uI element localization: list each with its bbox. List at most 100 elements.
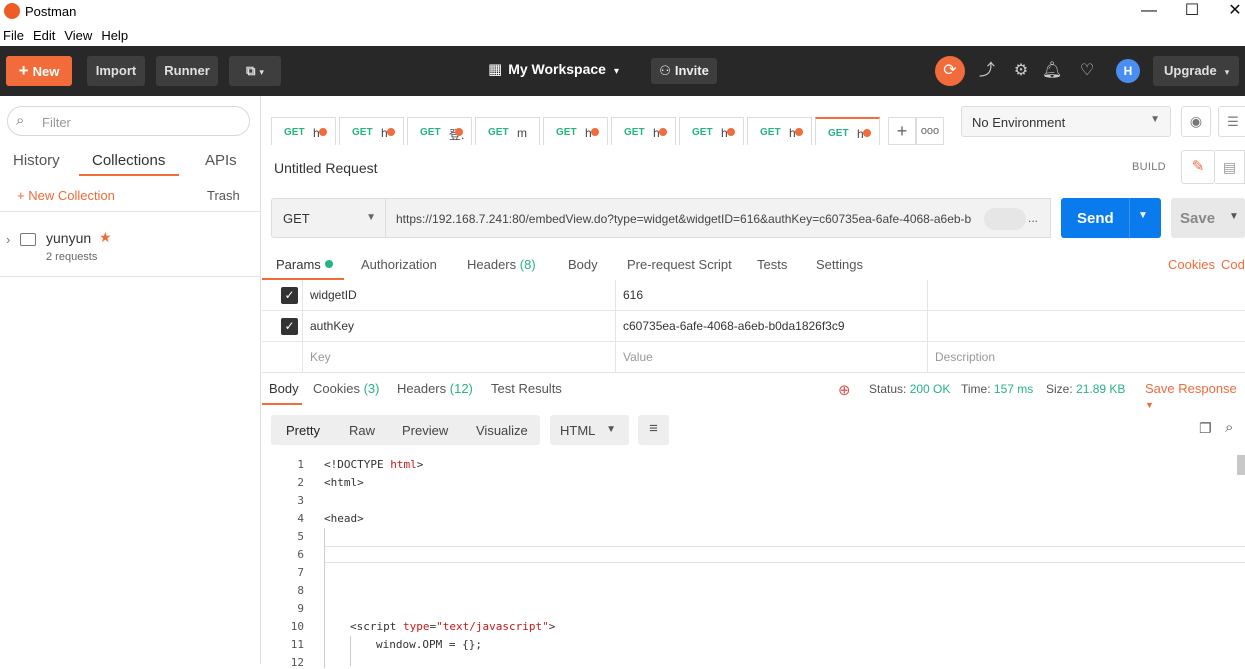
new-button[interactable]: + New: [6, 56, 72, 86]
search-icon[interactable]: ⌕: [1225, 419, 1233, 436]
menu-view[interactable]: View: [64, 26, 92, 46]
environment-quick-look-eye-icon[interactable]: ◉: [1181, 106, 1211, 137]
value-cell[interactable]: c60735ea-6afe-4068-a6eb-b0da1826f3c9: [615, 311, 927, 342]
chevron-down-icon[interactable]: ▼: [1229, 211, 1239, 222]
checkbox-checked[interactable]: ✓: [281, 318, 298, 335]
minimize-button[interactable]: —: [1126, 0, 1172, 24]
trash-button[interactable]: Trash: [207, 188, 240, 203]
menu-file[interactable]: File: [3, 26, 24, 46]
tab-authorization[interactable]: Authorization: [361, 257, 437, 272]
tab-params[interactable]: Params: [276, 257, 333, 272]
url-overflow: ...: [1028, 211, 1039, 225]
send-button[interactable]: Send ▼: [1061, 198, 1161, 238]
method-select[interactable]: GET ▼: [271, 198, 386, 238]
save-response-button[interactable]: Save Response ▼: [1145, 381, 1245, 411]
tab-history[interactable]: History: [13, 152, 60, 169]
collection-item[interactable]: › yunyun ★ 2 requests: [0, 220, 261, 276]
response-tab-body[interactable]: Body: [269, 381, 299, 396]
chevron-right-icon[interactable]: ›: [6, 232, 10, 247]
line-number: 2: [297, 476, 304, 489]
size-readout[interactable]: Size: 21.89 KB: [1046, 382, 1125, 396]
response-tab-test-results[interactable]: Test Results: [491, 381, 562, 396]
close-button[interactable]: ✕: [1212, 0, 1245, 24]
request-tab[interactable]: GET h: [543, 117, 608, 145]
view-visualize-button[interactable]: Visualize: [476, 423, 528, 438]
heart-icon[interactable]: ♡: [1074, 58, 1100, 84]
environment-select[interactable]: No Environment ▼: [961, 106, 1171, 137]
pencil-edit-icon[interactable]: ✎: [1181, 150, 1215, 184]
request-tab[interactable]: GET h: [679, 117, 744, 145]
star-icon[interactable]: ★: [99, 229, 112, 246]
description-cell[interactable]: [927, 311, 1245, 342]
time-readout[interactable]: Time: 157 ms: [961, 382, 1033, 396]
response-tab-headers[interactable]: Headers (12): [397, 381, 473, 396]
interceptor-icon[interactable]: ⤴: [974, 58, 1000, 84]
settings-icon[interactable]: ⚙: [1008, 58, 1034, 84]
chevron-down-icon[interactable]: ▼: [1138, 210, 1148, 221]
workspace-switcher[interactable]: ▦ My Workspace ▾: [488, 60, 619, 78]
globe-icon[interactable]: ⊕: [838, 381, 851, 399]
key-cell[interactable]: authKey: [302, 311, 615, 342]
tab-method: GET: [556, 127, 577, 138]
request-tab[interactable]: GET h: [611, 117, 676, 145]
status-readout[interactable]: Status: 200 OK: [869, 382, 950, 396]
user-avatar[interactable]: H: [1116, 59, 1140, 83]
request-title[interactable]: Untitled Request: [274, 160, 378, 176]
wrap-lines-icon[interactable]: ≡: [638, 415, 669, 445]
tab-collections[interactable]: Collections: [92, 152, 165, 169]
save-response-label: Save Response: [1145, 381, 1237, 396]
filter-input[interactable]: ⌕ Filter: [7, 106, 250, 136]
invite-button[interactable]: ⚇ Invite: [651, 58, 717, 84]
divider: [0, 211, 261, 212]
unsaved-dot-icon: [591, 128, 599, 136]
comment-icon[interactable]: ▤: [1215, 150, 1245, 184]
new-collection-button[interactable]: + New Collection: [17, 188, 115, 203]
vertical-scrollbar[interactable]: [1237, 455, 1245, 475]
copy-icon[interactable]: ❐: [1199, 420, 1212, 437]
manage-environments-icon[interactable]: ☰: [1218, 106, 1245, 137]
description-cell[interactable]: [927, 280, 1245, 311]
menu-help[interactable]: Help: [101, 26, 128, 46]
key-cell[interactable]: Key: [302, 342, 615, 373]
new-tab-button[interactable]: +: [888, 117, 916, 145]
tab-tests[interactable]: Tests: [757, 257, 787, 272]
tab-apis[interactable]: APIs: [205, 152, 237, 169]
menu-edit[interactable]: Edit: [33, 26, 55, 46]
response-tab-cookies[interactable]: Cookies (3): [313, 381, 379, 396]
request-tab[interactable]: GET h: [747, 117, 812, 145]
tab-headers[interactable]: Headers (8): [467, 257, 536, 272]
tab-pre-request-script[interactable]: Pre-request Script: [627, 257, 732, 272]
response-code-editor[interactable]: 1 <!DOCTYPE html> 2 <html> 3 4 <head> 5 …: [262, 455, 1245, 669]
value-cell[interactable]: Value: [615, 342, 927, 373]
request-tab[interactable]: GET h: [271, 117, 336, 145]
view-preview-button[interactable]: Preview: [402, 423, 448, 438]
format-select[interactable]: HTML ▼: [550, 415, 629, 445]
tab-settings[interactable]: Settings: [816, 257, 863, 272]
line-number: 9: [297, 602, 304, 615]
tab-body[interactable]: Body: [568, 257, 598, 272]
view-pretty-button[interactable]: Pretty: [286, 423, 320, 438]
notifications-bell-icon[interactable]: 🔔︎: [1039, 58, 1065, 84]
request-tab-active[interactable]: GET h: [815, 117, 880, 145]
checkbox-checked[interactable]: ✓: [281, 287, 298, 304]
key-cell[interactable]: widgetID: [302, 280, 615, 311]
value-cell[interactable]: 616: [615, 280, 927, 311]
description-cell[interactable]: Description: [927, 342, 1245, 373]
sync-icon[interactable]: ⟳: [935, 56, 965, 86]
request-tab[interactable]: GET m: [475, 117, 540, 145]
url-input[interactable]: https://192.168.7.241:80/embedView.do?ty…: [386, 198, 1051, 238]
request-tab[interactable]: GET登.: [407, 117, 472, 145]
tab-method: GET: [692, 127, 713, 138]
upgrade-button[interactable]: Upgrade ▾: [1153, 56, 1239, 86]
save-button[interactable]: Save ▼: [1171, 198, 1245, 238]
maximize-button[interactable]: ☐: [1169, 0, 1215, 24]
new-window-button[interactable]: ⧉ ▾: [229, 56, 281, 86]
more-tabs-button[interactable]: ooo: [916, 117, 944, 145]
code-link[interactable]: Cod: [1221, 257, 1245, 272]
import-button[interactable]: Import: [87, 56, 145, 86]
runner-button[interactable]: Runner: [156, 56, 218, 86]
view-raw-button[interactable]: Raw: [349, 423, 375, 438]
cookies-link[interactable]: Cookies: [1168, 257, 1215, 272]
code-line: <script type="text/javascript">: [350, 620, 556, 633]
request-tab[interactable]: GET h: [339, 117, 404, 145]
